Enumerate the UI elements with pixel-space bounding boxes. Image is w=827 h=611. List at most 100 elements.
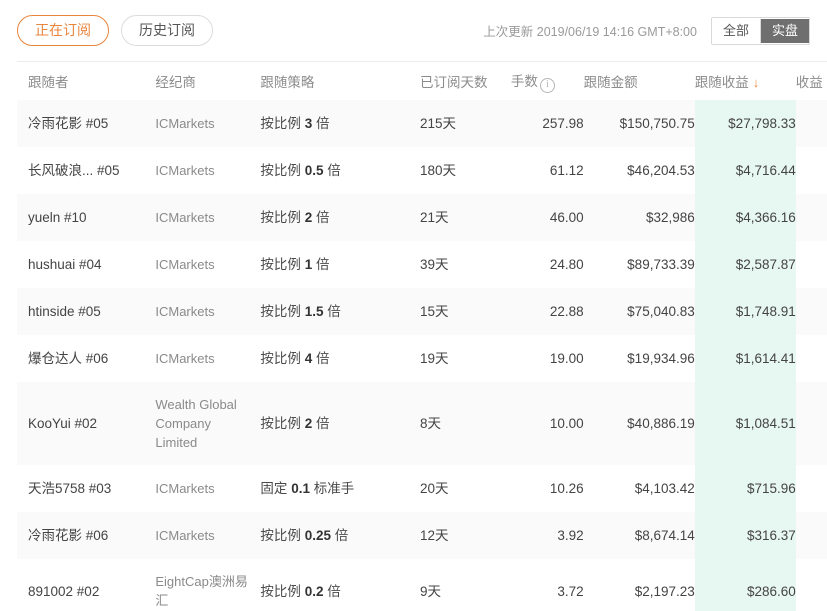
- cell-follower[interactable]: 长风破浪... #05: [17, 147, 156, 194]
- column-header-lots[interactable]: 手数 i: [510, 61, 584, 100]
- filter-all-accounts[interactable]: 全部: [711, 18, 760, 43]
- cell-amount: $8,674.14: [583, 512, 695, 559]
- subscription-list-page: 正在订阅 历史订阅 上次更新 2019/06/19 14:16 GMT+8:00…: [0, 0, 827, 611]
- cell-strategy: 固定 0.1 标准手: [260, 481, 355, 496]
- cell-rate: [795, 241, 827, 288]
- cell-broker: ICMarkets: [155, 304, 215, 319]
- cell-rate: [795, 465, 827, 512]
- cell-broker: ICMarkets: [155, 351, 215, 366]
- filter-live-accounts[interactable]: 实盘: [759, 18, 809, 43]
- cell-strategy: 按比例 0.2 倍: [260, 583, 341, 599]
- cell-days: 8天: [420, 382, 511, 465]
- cell-amount: $19,934.96: [583, 335, 695, 382]
- cell-days: 180天: [420, 147, 511, 194]
- column-header-lots-label: 手数: [510, 73, 538, 89]
- info-circle-icon[interactable]: i: [539, 77, 555, 93]
- table-body: 冷雨花影 #05 ICMarkets 按比例 3 倍 215天 257.98 $…: [17, 100, 827, 611]
- column-header-days-subscribed[interactable]: 已订阅天数: [420, 61, 511, 100]
- tab-historical-subscriptions[interactable]: 历史订阅: [121, 15, 213, 46]
- table-row[interactable]: htinside #05 ICMarkets 按比例 1.5 倍 15天 22.…: [17, 288, 827, 335]
- column-header-follow-amount[interactable]: 跟随金额: [583, 61, 695, 100]
- column-header-follower[interactable]: 跟随者: [17, 61, 156, 100]
- cell-lots: 3.72: [510, 559, 584, 611]
- cell-profit: $1,614.41: [694, 335, 796, 382]
- cell-amount: $40,886.19: [583, 382, 695, 465]
- cell-follower[interactable]: 爆仓达人 #06: [17, 335, 156, 382]
- table-row[interactable]: 冷雨花影 #05 ICMarkets 按比例 3 倍 215天 257.98 $…: [17, 100, 827, 147]
- column-header-follow-profit-label: 跟随收益: [694, 75, 749, 90]
- last-update-label: 上次更新 2019/06/19 14:16 GMT+8:00: [483, 25, 697, 39]
- cell-strategy: 按比例 1.5 倍: [260, 304, 341, 319]
- cell-broker: ICMarkets: [155, 481, 215, 496]
- subscriptions-table-container: 跟随者 经纪商 跟随策略 已订阅天数 手数 i 跟随金额 跟随收益 ↓ 收益 冷雨花: [0, 61, 827, 611]
- cell-lots: 19.00: [510, 335, 584, 382]
- column-header-strategy[interactable]: 跟随策略: [260, 61, 421, 100]
- cell-profit: $4,366.16: [694, 194, 796, 241]
- cell-rate: [795, 100, 827, 147]
- cell-days: 15天: [420, 288, 511, 335]
- cell-profit: $2,587.87: [694, 241, 796, 288]
- table-row[interactable]: 天浩5758 #03 ICMarkets 固定 0.1 标准手 20天 10.2…: [17, 465, 827, 512]
- cell-broker: ICMarkets: [155, 210, 215, 225]
- cell-lots: 24.80: [510, 241, 584, 288]
- subscriptions-table: 跟随者 经纪商 跟随策略 已订阅天数 手数 i 跟随金额 跟随收益 ↓ 收益 冷雨花: [17, 61, 827, 611]
- column-header-follow-profit[interactable]: 跟随收益 ↓: [694, 61, 796, 100]
- column-header-profit-rate[interactable]: 收益: [795, 61, 827, 100]
- cell-rate: [795, 335, 827, 382]
- cell-profit: $715.96: [694, 465, 796, 512]
- cell-rate: [795, 288, 827, 335]
- cell-follower[interactable]: 891002 #02: [17, 559, 156, 611]
- cell-follower[interactable]: yueln #10: [17, 194, 156, 241]
- tab-current-subscriptions[interactable]: 正在订阅: [17, 15, 109, 46]
- cell-strategy: 按比例 3 倍: [260, 116, 330, 131]
- cell-lots: 3.92: [510, 512, 584, 559]
- page-toolbar: 正在订阅 历史订阅 上次更新 2019/06/19 14:16 GMT+8:00…: [0, 0, 827, 61]
- cell-rate: [795, 559, 827, 611]
- subscription-tab-group: 正在订阅 历史订阅: [17, 15, 213, 46]
- table-header-row: 跟随者 经纪商 跟随策略 已订阅天数 手数 i 跟随金额 跟随收益 ↓ 收益: [17, 61, 827, 100]
- table-row[interactable]: 891002 #02 EightCap澳洲易汇 按比例 0.2 倍 9天 3.7…: [17, 559, 827, 611]
- cell-follower[interactable]: htinside #05: [17, 288, 156, 335]
- table-row[interactable]: hushuai #04 ICMarkets 按比例 1 倍 39天 24.80 …: [17, 241, 827, 288]
- cell-profit: $4,716.44: [694, 147, 796, 194]
- cell-days: 12天: [420, 512, 511, 559]
- table-row[interactable]: 冷雨花影 #06 ICMarkets 按比例 0.25 倍 12天 3.92 $…: [17, 512, 827, 559]
- cell-strategy: 按比例 1 倍: [260, 257, 330, 272]
- cell-amount: $2,197.23: [583, 559, 695, 611]
- cell-amount: $32,986: [583, 194, 695, 241]
- cell-rate: [795, 147, 827, 194]
- table-row[interactable]: 长风破浪... #05 ICMarkets 按比例 0.5 倍 180天 61.…: [17, 147, 827, 194]
- cell-broker: ICMarkets: [155, 257, 215, 272]
- cell-days: 39天: [420, 241, 511, 288]
- cell-broker: ICMarkets: [155, 528, 215, 543]
- cell-lots: 10.00: [510, 382, 584, 465]
- cell-lots: 10.26: [510, 465, 584, 512]
- cell-profit: $1,084.51: [694, 382, 796, 465]
- table-row[interactable]: 爆仓达人 #06 ICMarkets 按比例 4 倍 19天 19.00 $19…: [17, 335, 827, 382]
- cell-follower[interactable]: KooYui #02: [17, 382, 156, 465]
- cell-follower[interactable]: 冷雨花影 #06: [17, 512, 156, 559]
- cell-rate: [795, 382, 827, 465]
- cell-broker: ICMarkets: [155, 116, 215, 131]
- cell-amount: $150,750.75: [583, 100, 695, 147]
- cell-strategy: 按比例 0.25 倍: [260, 528, 349, 543]
- cell-days: 215天: [420, 100, 511, 147]
- cell-amount: $75,040.83: [583, 288, 695, 335]
- arrow-down-icon[interactable]: ↓: [753, 75, 760, 90]
- cell-amount: $46,204.53: [583, 147, 695, 194]
- cell-follower[interactable]: 冷雨花影 #05: [17, 100, 156, 147]
- cell-profit: $286.60: [694, 559, 796, 611]
- cell-strategy: 按比例 0.5 倍: [260, 163, 341, 178]
- cell-profit: $316.37: [694, 512, 796, 559]
- cell-lots: 257.98: [510, 100, 584, 147]
- cell-follower[interactable]: hushuai #04: [17, 241, 156, 288]
- table-row[interactable]: yueln #10 ICMarkets 按比例 2 倍 21天 46.00 $3…: [17, 194, 827, 241]
- column-header-broker[interactable]: 经纪商: [155, 61, 261, 100]
- table-row[interactable]: KooYui #02 Wealth Global Company Limited…: [17, 382, 827, 465]
- cell-strategy: 按比例 2 倍: [260, 416, 330, 431]
- cell-rate: [795, 512, 827, 559]
- cell-lots: 61.12: [510, 147, 584, 194]
- cell-follower[interactable]: 天浩5758 #03: [17, 465, 156, 512]
- account-type-filter: 全部 实盘: [710, 16, 810, 45]
- cell-profit: $1,748.91: [694, 288, 796, 335]
